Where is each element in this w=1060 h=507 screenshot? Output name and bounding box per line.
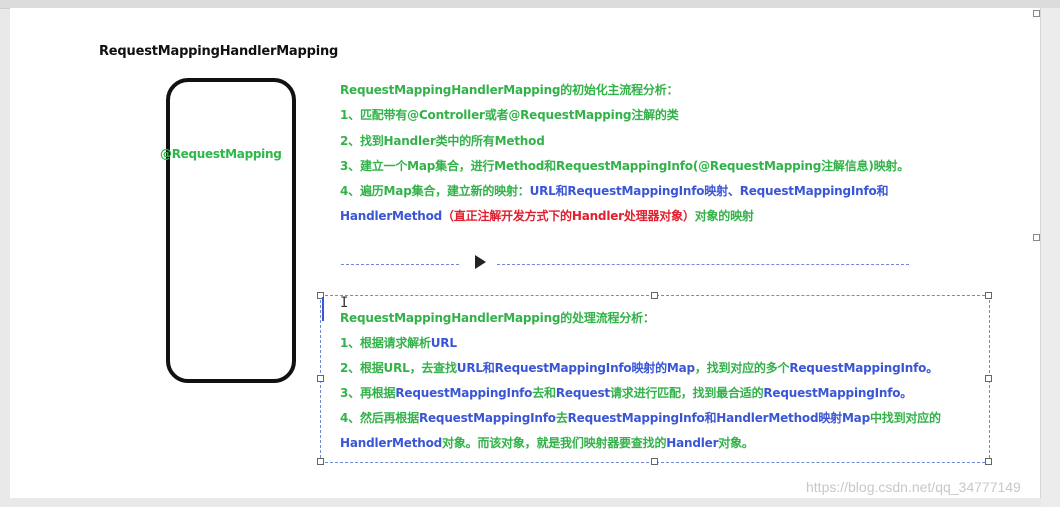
resize-handle-top-center[interactable] xyxy=(651,292,658,299)
process-step-3-b: RequestMappingInfo xyxy=(395,386,533,400)
right-scroll-area xyxy=(1041,8,1060,507)
canvas-resize-handle-top[interactable] xyxy=(1033,10,1040,17)
init-step-4: 4、遍历Map集合，建立新的映射：URL和RequestMappingInfo映… xyxy=(340,182,889,199)
init-step-4-note: （直正注解开发方式下的Handler处理器对象） xyxy=(442,209,695,223)
process-step-2-c: ，找到对应的多个 xyxy=(694,361,790,375)
init-step-1: 1、匹配带有@Controller或者@RequestMapping注解的类 xyxy=(340,108,679,122)
process-step-3-a: 3、再根据 xyxy=(340,386,396,400)
process-step-4-line2-a: HandlerMethod xyxy=(340,436,443,450)
process-step-3-f: RequestMappingInfo。 xyxy=(763,386,913,400)
process-step-4-d: RequestMappingInfo和HandlerMethod映射Map xyxy=(567,411,871,425)
init-step-4-handler-method: HandlerMethod xyxy=(340,209,443,223)
process-step-4-e: 中找到对应的 xyxy=(869,411,941,425)
resize-handle-top-right[interactable] xyxy=(985,292,992,299)
play-icon[interactable] xyxy=(475,255,486,269)
diagram-title: RequestMappingHandlerMapping xyxy=(99,44,339,59)
resize-handle-middle-left[interactable] xyxy=(317,375,324,382)
process-step-2-b: URL和RequestMappingInfo映射的Map xyxy=(456,361,695,375)
init-step-3: 3、建立一个Map集合，进行Method和RequestMappingInfo(… xyxy=(340,159,910,173)
process-step-3: 3、再根据RequestMappingInfo去和Request请求进行匹配，找… xyxy=(340,384,912,401)
section-divider-left xyxy=(341,264,459,265)
init-step-4-prefix: 4、遍历Map集合，建立新的映射： xyxy=(340,184,530,198)
process-step-4-line-2: HandlerMethod对象。而该对象，就是我们映射器要查找的Handler对… xyxy=(340,434,754,451)
box-label: @RequestMapping xyxy=(160,147,282,161)
init-step-4-mappings: URL和RequestMappingInfo映射、RequestMappingI… xyxy=(529,184,889,198)
section-divider-right xyxy=(497,264,909,265)
init-step-2: 2、找到Handler类中的所有Method xyxy=(340,134,545,148)
handler-mapping-shape[interactable] xyxy=(166,78,296,383)
process-step-4-a: 4、然后再根据 xyxy=(340,411,419,425)
process-step-1: 1、根据请求解析URL xyxy=(340,334,457,351)
text-cursor xyxy=(322,297,324,321)
resize-handle-bottom-right[interactable] xyxy=(985,458,992,465)
process-step-3-d: Request xyxy=(555,386,610,400)
process-step-4-c: 去 xyxy=(555,411,568,425)
init-step-4-line-2: HandlerMethod（直正注解开发方式下的Handler处理器对象）对象的… xyxy=(340,207,754,224)
process-step-1-text: 1、根据请求解析 xyxy=(340,336,431,350)
process-step-2-d: RequestMappingInfo。 xyxy=(789,361,938,375)
resize-handle-bottom-center[interactable] xyxy=(651,458,658,465)
resize-handle-bottom-left[interactable] xyxy=(317,458,324,465)
process-step-4: 4、然后再根据RequestMappingInfo去RequestMapping… xyxy=(340,409,941,426)
process-step-1-url: URL xyxy=(430,336,457,350)
process-step-4-line2-b: 对象。而该对象，就是我们映射器要查找的 xyxy=(442,436,667,450)
init-heading: RequestMappingHandlerMapping的初始化主流程分析： xyxy=(340,83,679,97)
process-step-2: 2、根据URL，去查找URL和RequestMappingInfo映射的Map，… xyxy=(340,359,938,376)
process-heading: RequestMappingHandlerMapping的处理流程分析： xyxy=(340,311,655,325)
process-step-3-c: 去和 xyxy=(532,386,556,400)
canvas-resize-handle-middle[interactable] xyxy=(1033,234,1040,241)
process-step-4-line2-c: Handler xyxy=(666,436,719,450)
process-step-2-a: 2、根据URL，去查找 xyxy=(340,361,457,375)
process-step-3-e: 请求进行匹配，找到最合适的 xyxy=(609,386,764,400)
process-step-4-b: RequestMappingInfo xyxy=(418,411,556,425)
process-step-4-line2-d: 对象。 xyxy=(718,436,754,450)
init-step-4-tail: 对象的映射 xyxy=(694,209,754,223)
watermark: https://blog.csdn.net/qq_34777149 xyxy=(806,479,1021,495)
resize-handle-middle-right[interactable] xyxy=(985,375,992,382)
